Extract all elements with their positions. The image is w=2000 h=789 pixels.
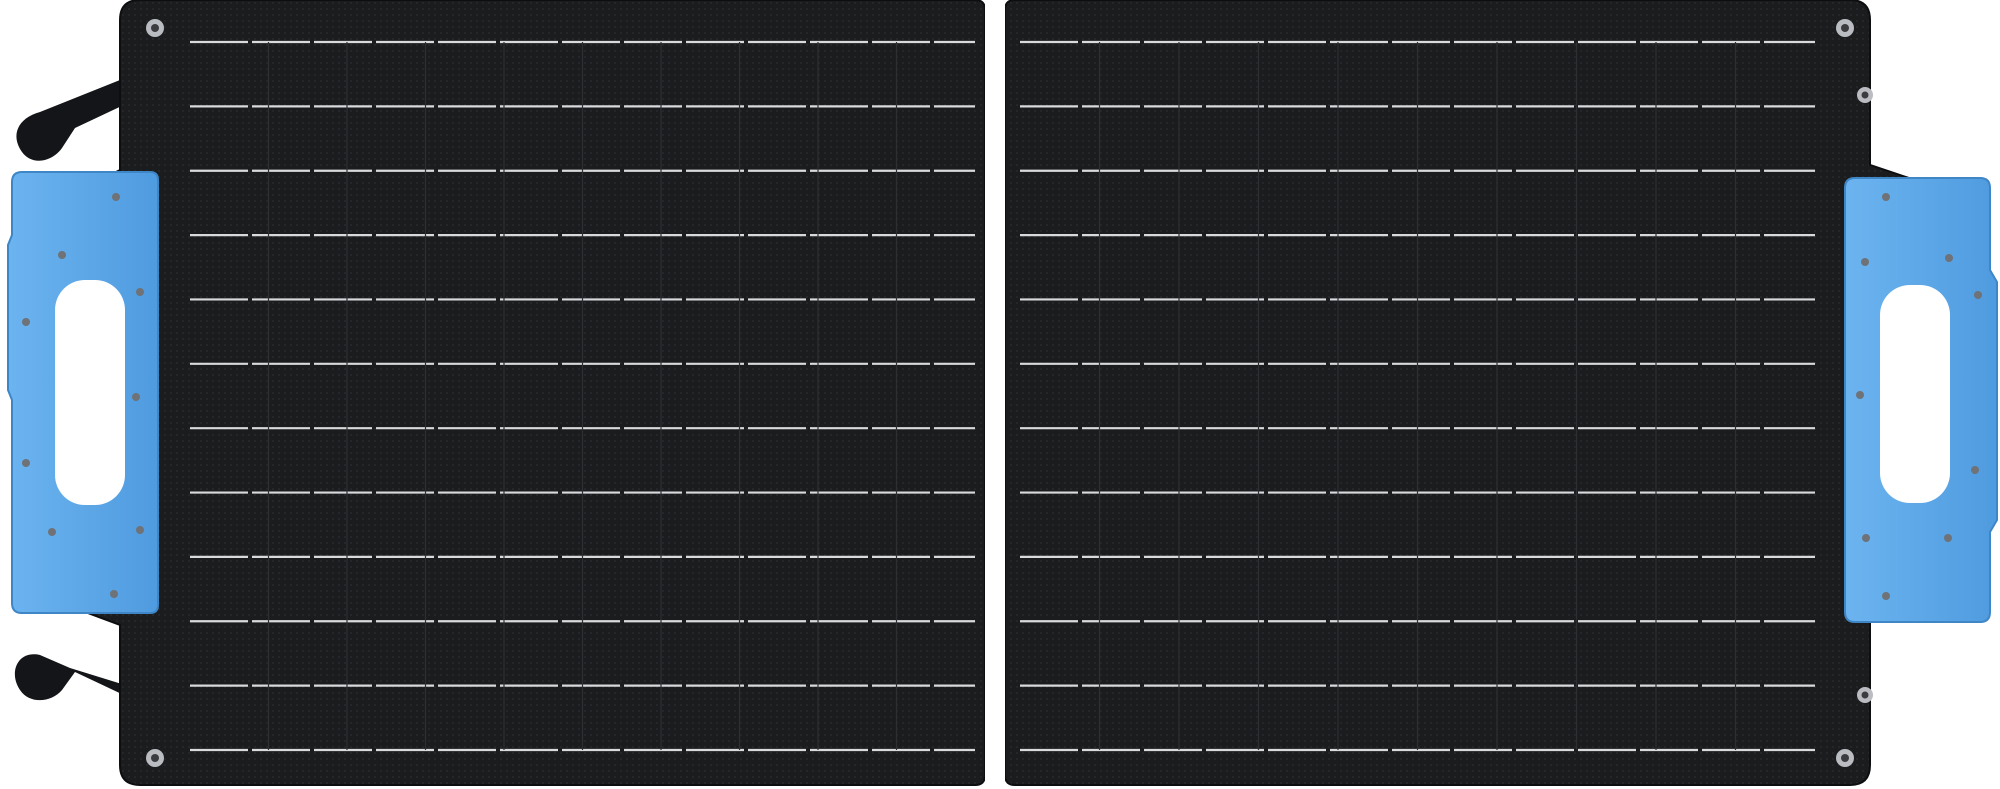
right-solar-panel bbox=[1004, 0, 1931, 786]
carry-handle-icon bbox=[55, 280, 125, 505]
left-solar-panel bbox=[79, 0, 986, 786]
solar-panel-illustration bbox=[7, 0, 1998, 786]
carry-handle-left[interactable] bbox=[7, 171, 159, 614]
center-handle-slot[interactable] bbox=[990, 215, 1002, 575]
carry-handle-right[interactable] bbox=[1844, 177, 1998, 623]
carry-handle-icon bbox=[1880, 285, 1950, 503]
solar-panel-photo bbox=[0, 0, 2000, 789]
